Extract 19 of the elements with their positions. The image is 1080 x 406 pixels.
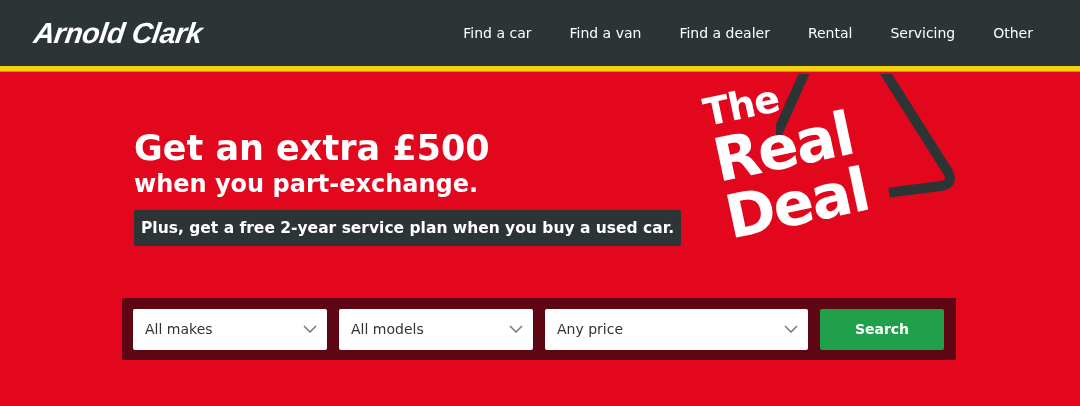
nav-link[interactable]: Find a car [444, 25, 551, 41]
promo-note: Plus, get a free 2-year service plan when you buy a used car. [134, 210, 682, 246]
dropdown-field[interactable]: All makes [133, 308, 327, 350]
nav-link[interactable]: Rental [788, 25, 872, 41]
dropdown-field[interactable]: All models [339, 308, 533, 350]
chevron-down-icon [784, 325, 798, 333]
chevron-down-icon [303, 325, 317, 333]
dropdown-field[interactable]: Any price [545, 308, 808, 350]
nav-link[interactable]: Find a van [550, 25, 661, 41]
nav-link[interactable]: Other [974, 25, 1052, 41]
headline: Get an extra £500 [134, 128, 490, 168]
nav-link[interactable]: Find a dealer [660, 25, 789, 41]
chevron-down-icon [509, 325, 523, 333]
dropdown-value: All models [351, 321, 424, 337]
brand-logo[interactable]: Arnold Clark [31, 16, 205, 50]
subheadline: when you part-exchange. [134, 169, 479, 200]
dropdown-value: Any price [557, 321, 624, 337]
dropdown-value: All makes [145, 321, 213, 337]
nav-link[interactable]: Servicing [871, 25, 975, 41]
